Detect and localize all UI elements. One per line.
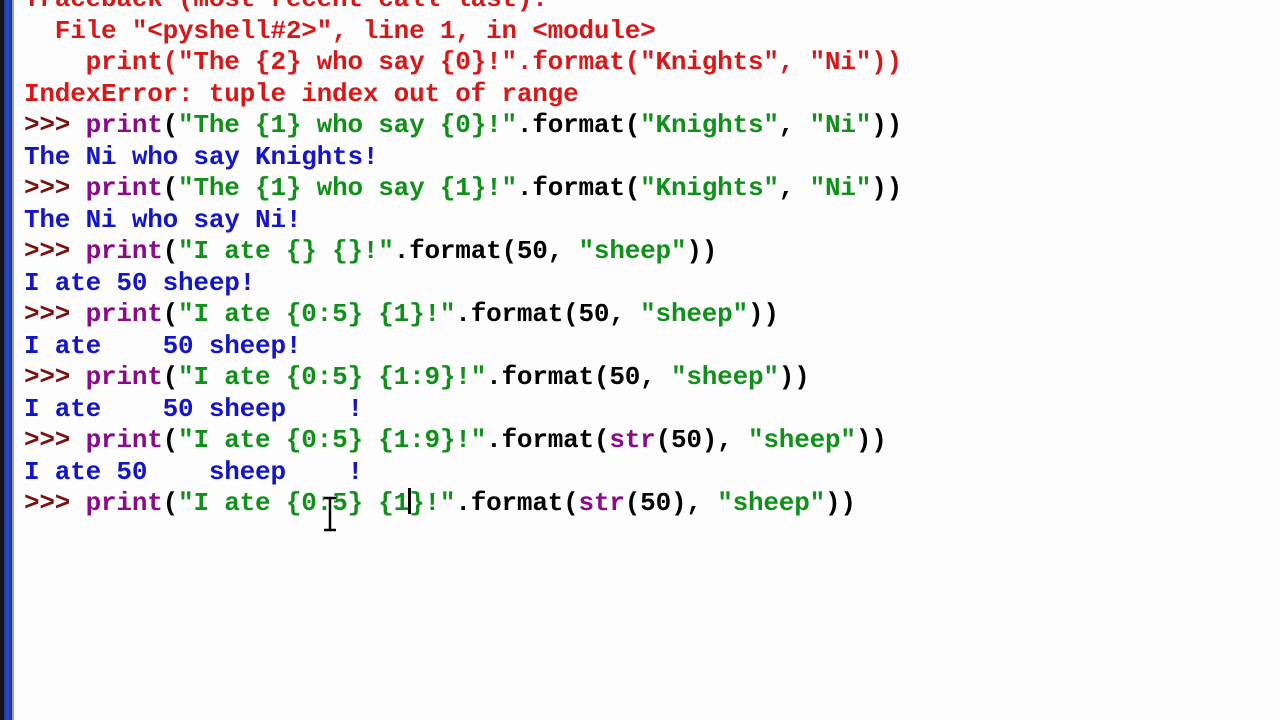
plain-token: (: [162, 299, 179, 329]
plain-token: )): [871, 110, 903, 140]
string-token: "I ate {0:5} {1:9}!": [178, 362, 487, 392]
input-line: >>> print("I ate {0:5} {1:9}!".format(st…: [24, 425, 1280, 457]
string-token: }!": [409, 488, 456, 518]
plain-token: .format(50,: [486, 362, 671, 392]
output-token: The Ni who say Knights!: [24, 141, 379, 172]
string-token: "sheep": [747, 425, 856, 455]
string-token: "Knights": [640, 173, 779, 203]
string-token: "Ni": [809, 110, 872, 140]
output-line: I ate 50 sheep!: [24, 331, 1280, 363]
prompt-token: >>>: [24, 488, 86, 518]
string-token: "The {1} who say {1}!": [178, 173, 517, 203]
output-token: I ate 50 sheep!: [24, 330, 302, 361]
error-line: File "<pyshell#2>", line 1, in <module>: [24, 16, 1280, 48]
prompt-token: >>>: [24, 173, 86, 203]
output-line: I ate 50 sheep !: [24, 457, 1280, 489]
error-token: File "<pyshell#2>", line 1, in <module>: [24, 15, 656, 46]
prompt-token: >>>: [24, 299, 86, 329]
plain-token: )): [855, 425, 887, 455]
string-token: "sheep": [670, 362, 779, 392]
string-token: "sheep": [578, 236, 687, 266]
output-token: I ate 50 sheep !: [24, 393, 363, 424]
plain-token: (: [162, 362, 179, 392]
plain-token: (: [162, 110, 179, 140]
error-line: IndexError: tuple index out of range: [24, 79, 1280, 111]
window-border: [4, 0, 12, 720]
output-line: The Ni who say Ni!: [24, 205, 1280, 237]
output-token: I ate 50 sheep !: [24, 456, 363, 487]
builtin-token: str: [609, 425, 656, 455]
input-line: >>> print("I ate {0:5} {1}!".format(50, …: [24, 299, 1280, 331]
text-ibeam-cursor-icon: [324, 496, 336, 532]
prompt-token: >>>: [24, 110, 86, 140]
input-line: >>> print("The {1} who say {1}!".format(…: [24, 173, 1280, 205]
plain-token: (: [162, 488, 179, 518]
prompt-token: >>>: [24, 425, 86, 455]
string-token: "I ate {0:5} {1:9}!": [178, 425, 487, 455]
string-token: "Ni": [809, 173, 872, 203]
string-token: "Knights": [640, 110, 779, 140]
plain-token: )): [825, 488, 856, 518]
builtin-token: print: [85, 299, 163, 329]
string-token: "sheep": [640, 299, 748, 329]
output-token: The Ni who say Ni!: [24, 204, 302, 235]
plain-token: )): [778, 362, 810, 392]
plain-token: )): [747, 299, 779, 329]
string-token: "I ate {} {}!": [178, 236, 394, 266]
builtin-token: print: [85, 425, 163, 455]
plain-token: .format(50,: [455, 299, 641, 329]
output-line: I ate 50 sheep!: [24, 268, 1280, 300]
builtin-token: str: [578, 488, 625, 518]
string-token: "The {1} who say {0}!": [178, 110, 517, 140]
builtin-token: print: [85, 488, 163, 518]
error-token: print("The {2} who say {0}!".format("Kni…: [24, 47, 903, 77]
builtin-token: print: [85, 236, 163, 266]
plain-token: )): [686, 236, 718, 266]
prompt-token: >>>: [24, 236, 86, 266]
string-token: "sheep": [717, 488, 826, 518]
error-token: Traceback (most recent call last):: [24, 0, 548, 14]
builtin-token: print: [85, 110, 163, 140]
input-line: >>> print("The {1} who say {0}!".format(…: [24, 110, 1280, 142]
plain-token: (50),: [655, 425, 748, 455]
error-line: Traceback (most recent call last):: [24, 0, 1280, 16]
output-line: The Ni who say Knights!: [24, 142, 1280, 174]
input-line: >>> print("I ate {} {}!".format(50, "she…: [24, 236, 1280, 268]
string-token: "I ate {0:5} {1: [178, 488, 410, 518]
output-token: I ate 50 sheep!: [24, 267, 256, 298]
plain-token: .format(: [516, 110, 641, 140]
input-line: >>> print("I ate {0:5} {1:9}!".format(50…: [24, 362, 1280, 394]
builtin-token: print: [85, 173, 163, 203]
plain-token: .format(: [455, 488, 579, 518]
plain-token: (: [162, 236, 179, 266]
plain-token: ,: [778, 110, 810, 140]
python-shell-text-area[interactable]: Traceback (most recent call last): File …: [24, 0, 1280, 720]
plain-token: .format(: [516, 173, 641, 203]
plain-token: (: [162, 425, 179, 455]
plain-token: )): [871, 173, 903, 203]
plain-token: (50),: [624, 488, 718, 518]
error-token: IndexError: tuple index out of range: [24, 78, 579, 109]
input-line: >>> print("I ate {0:5} {1}!".format(str(…: [24, 488, 1280, 520]
plain-token: .format(: [486, 425, 610, 455]
plain-token: (: [162, 173, 179, 203]
error-line: print("The {2} who say {0}!".format("Kni…: [24, 47, 1280, 79]
output-line: I ate 50 sheep !: [24, 394, 1280, 426]
plain-token: .format(50,: [393, 236, 579, 266]
string-token: "I ate {0:5} {1}!": [178, 299, 456, 329]
plain-token: ,: [778, 173, 810, 203]
prompt-token: >>>: [24, 362, 86, 392]
builtin-token: print: [85, 362, 163, 392]
window-inner-border: [12, 0, 14, 720]
